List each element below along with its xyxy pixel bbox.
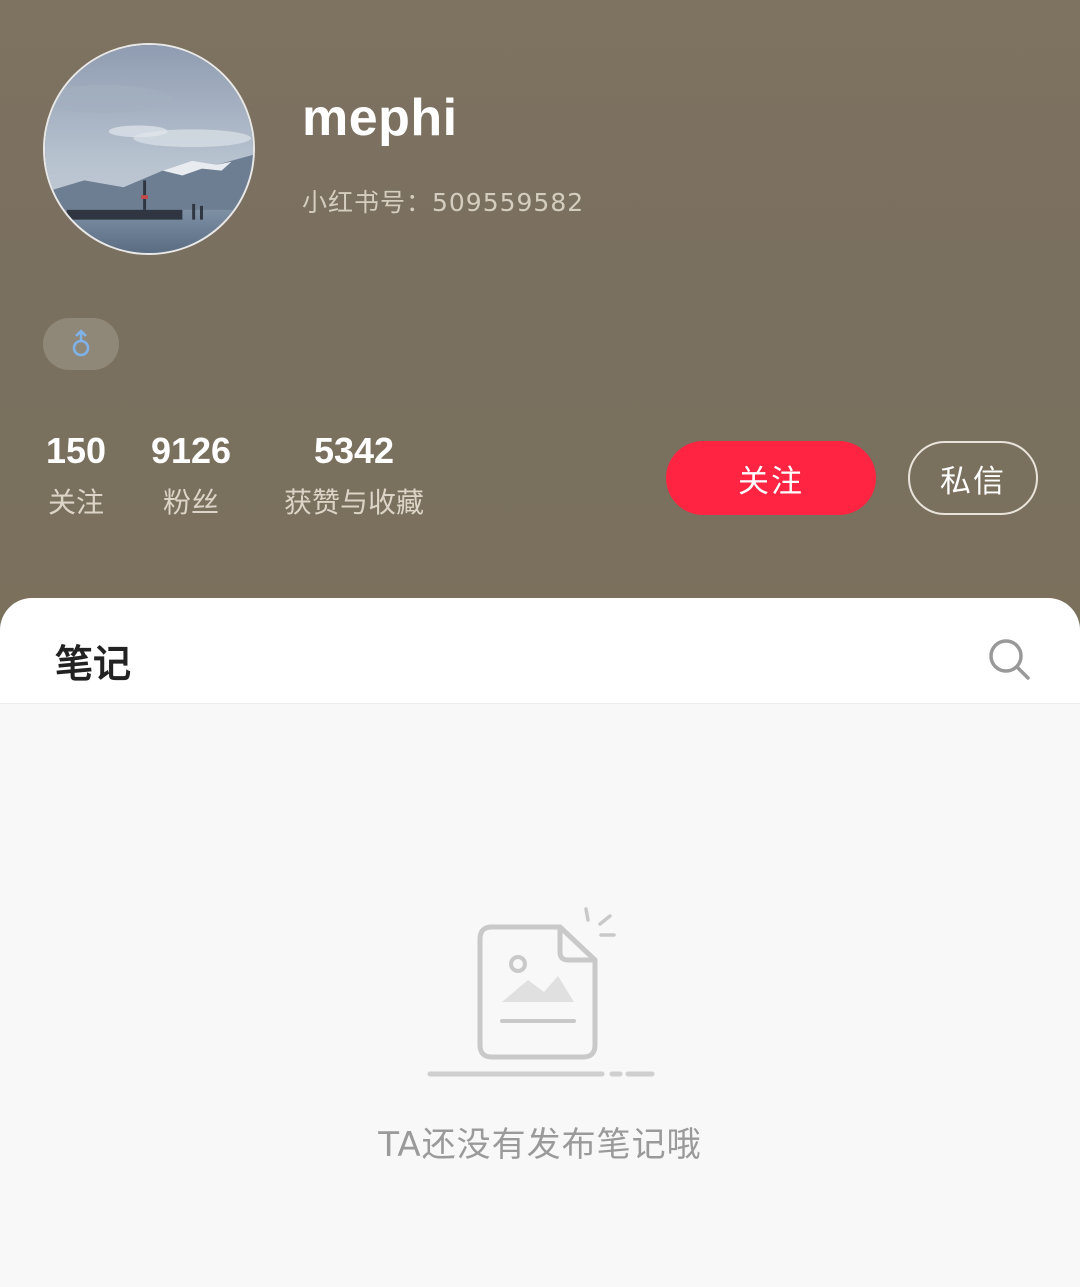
follow-button[interactable]: 关注 (666, 441, 876, 515)
likes-count: 5342 (313, 430, 395, 471)
followers-count: 9126 (150, 430, 232, 471)
empty-state-message: TA还没有发布笔记哦 (378, 1125, 702, 1165)
empty-image-note-icon (427, 907, 655, 1077)
gender-badge (43, 318, 119, 370)
following-count: 150 (45, 430, 107, 471)
stat-followers[interactable]: 9126 粉丝 (145, 430, 237, 520)
followers-label: 粉丝 (162, 486, 219, 519)
user-id: 小红书号：509559582 (302, 188, 585, 217)
username: mephi (302, 89, 458, 147)
avatar[interactable] (43, 43, 255, 255)
stat-following[interactable]: 150 关注 (43, 430, 109, 520)
stat-likes[interactable]: 5342 获赞与收藏 (273, 430, 435, 520)
likes-label: 获赞与收藏 (283, 486, 424, 519)
male-icon (72, 329, 90, 357)
notes-tab-bar: 笔记 (0, 598, 1080, 704)
avatar-lake-photo (45, 45, 253, 253)
empty-state-illustration (420, 900, 660, 1085)
search-icon (989, 639, 1030, 680)
message-button[interactable]: 私信 (908, 441, 1038, 515)
search-button[interactable] (985, 635, 1033, 683)
profile-header: mephi 小红书号：509559582 150 关注 9126 粉丝 5342… (0, 0, 1080, 640)
tab-notes[interactable]: 笔记 (55, 633, 131, 688)
following-label: 关注 (47, 486, 104, 519)
